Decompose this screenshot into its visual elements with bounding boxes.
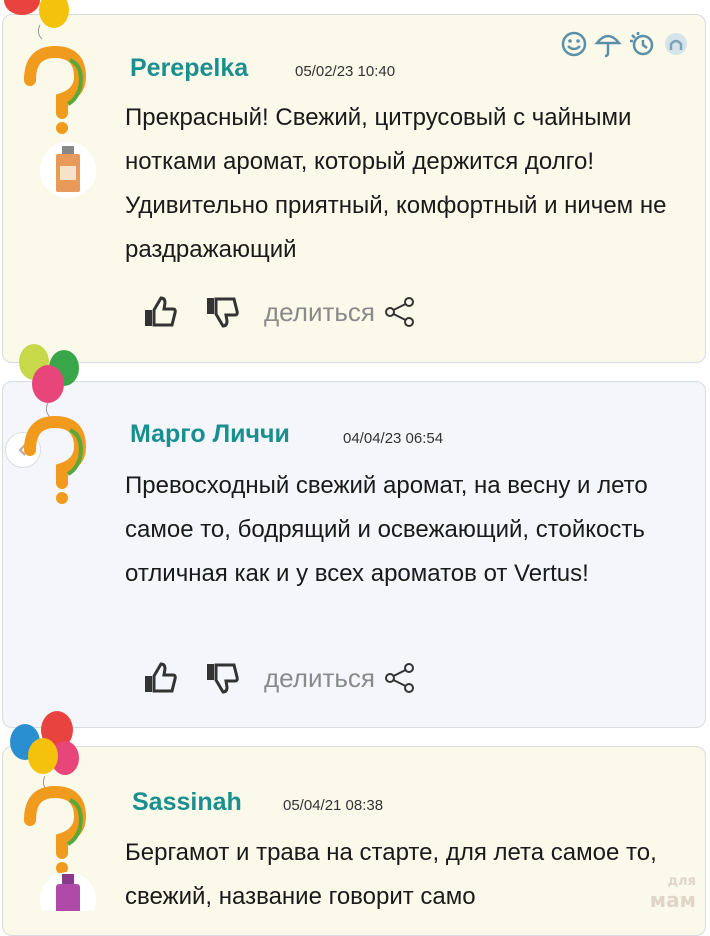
question-face-icon [24,415,87,504]
review-actions: делиться [140,658,417,698]
question-face-icon [24,785,87,874]
umbrella-icon[interactable] [594,30,622,58]
review-text: Прекрасный! Свежий, цитрусовый с чайными… [125,104,667,263]
watermark-logo: для мам [649,873,696,912]
like-icon[interactable] [140,292,180,332]
review-date: 05/02/23 10:40 [295,63,396,80]
share-icon[interactable] [383,295,417,329]
review-text: Превосходный свежий аромат, на весну и л… [125,472,648,587]
balloons-decoration [19,344,79,418]
dislike-icon[interactable] [202,658,242,698]
dislike-icon[interactable] [202,292,242,332]
review-date: 05/04/21 08:38 [283,797,384,814]
review-date: 04/04/23 06:54 [343,430,444,447]
share-link[interactable]: делиться [264,297,375,328]
smile-icon[interactable] [560,30,588,58]
perfume-bottle-avatar [40,142,96,198]
user-icon[interactable] [662,30,690,58]
review-actions: делиться [140,292,417,332]
share-icon[interactable] [383,661,417,695]
review-author[interactable]: Sassinah [132,788,242,817]
like-icon[interactable] [140,658,180,698]
perfume-bottle-avatar [40,872,96,911]
review-author[interactable]: Марго Личчи [130,420,290,449]
sun-clock-icon[interactable] [628,30,656,58]
review-text: Бергамот и трава на старте, для лета сам… [125,839,657,910]
balloons-decoration [4,0,69,40]
review-author[interactable]: Perepelka [130,54,248,83]
share-link[interactable]: делиться [264,663,375,694]
top-icons-bar [560,30,690,58]
question-face-icon [24,45,87,134]
watermark-line2: мам [649,888,696,912]
